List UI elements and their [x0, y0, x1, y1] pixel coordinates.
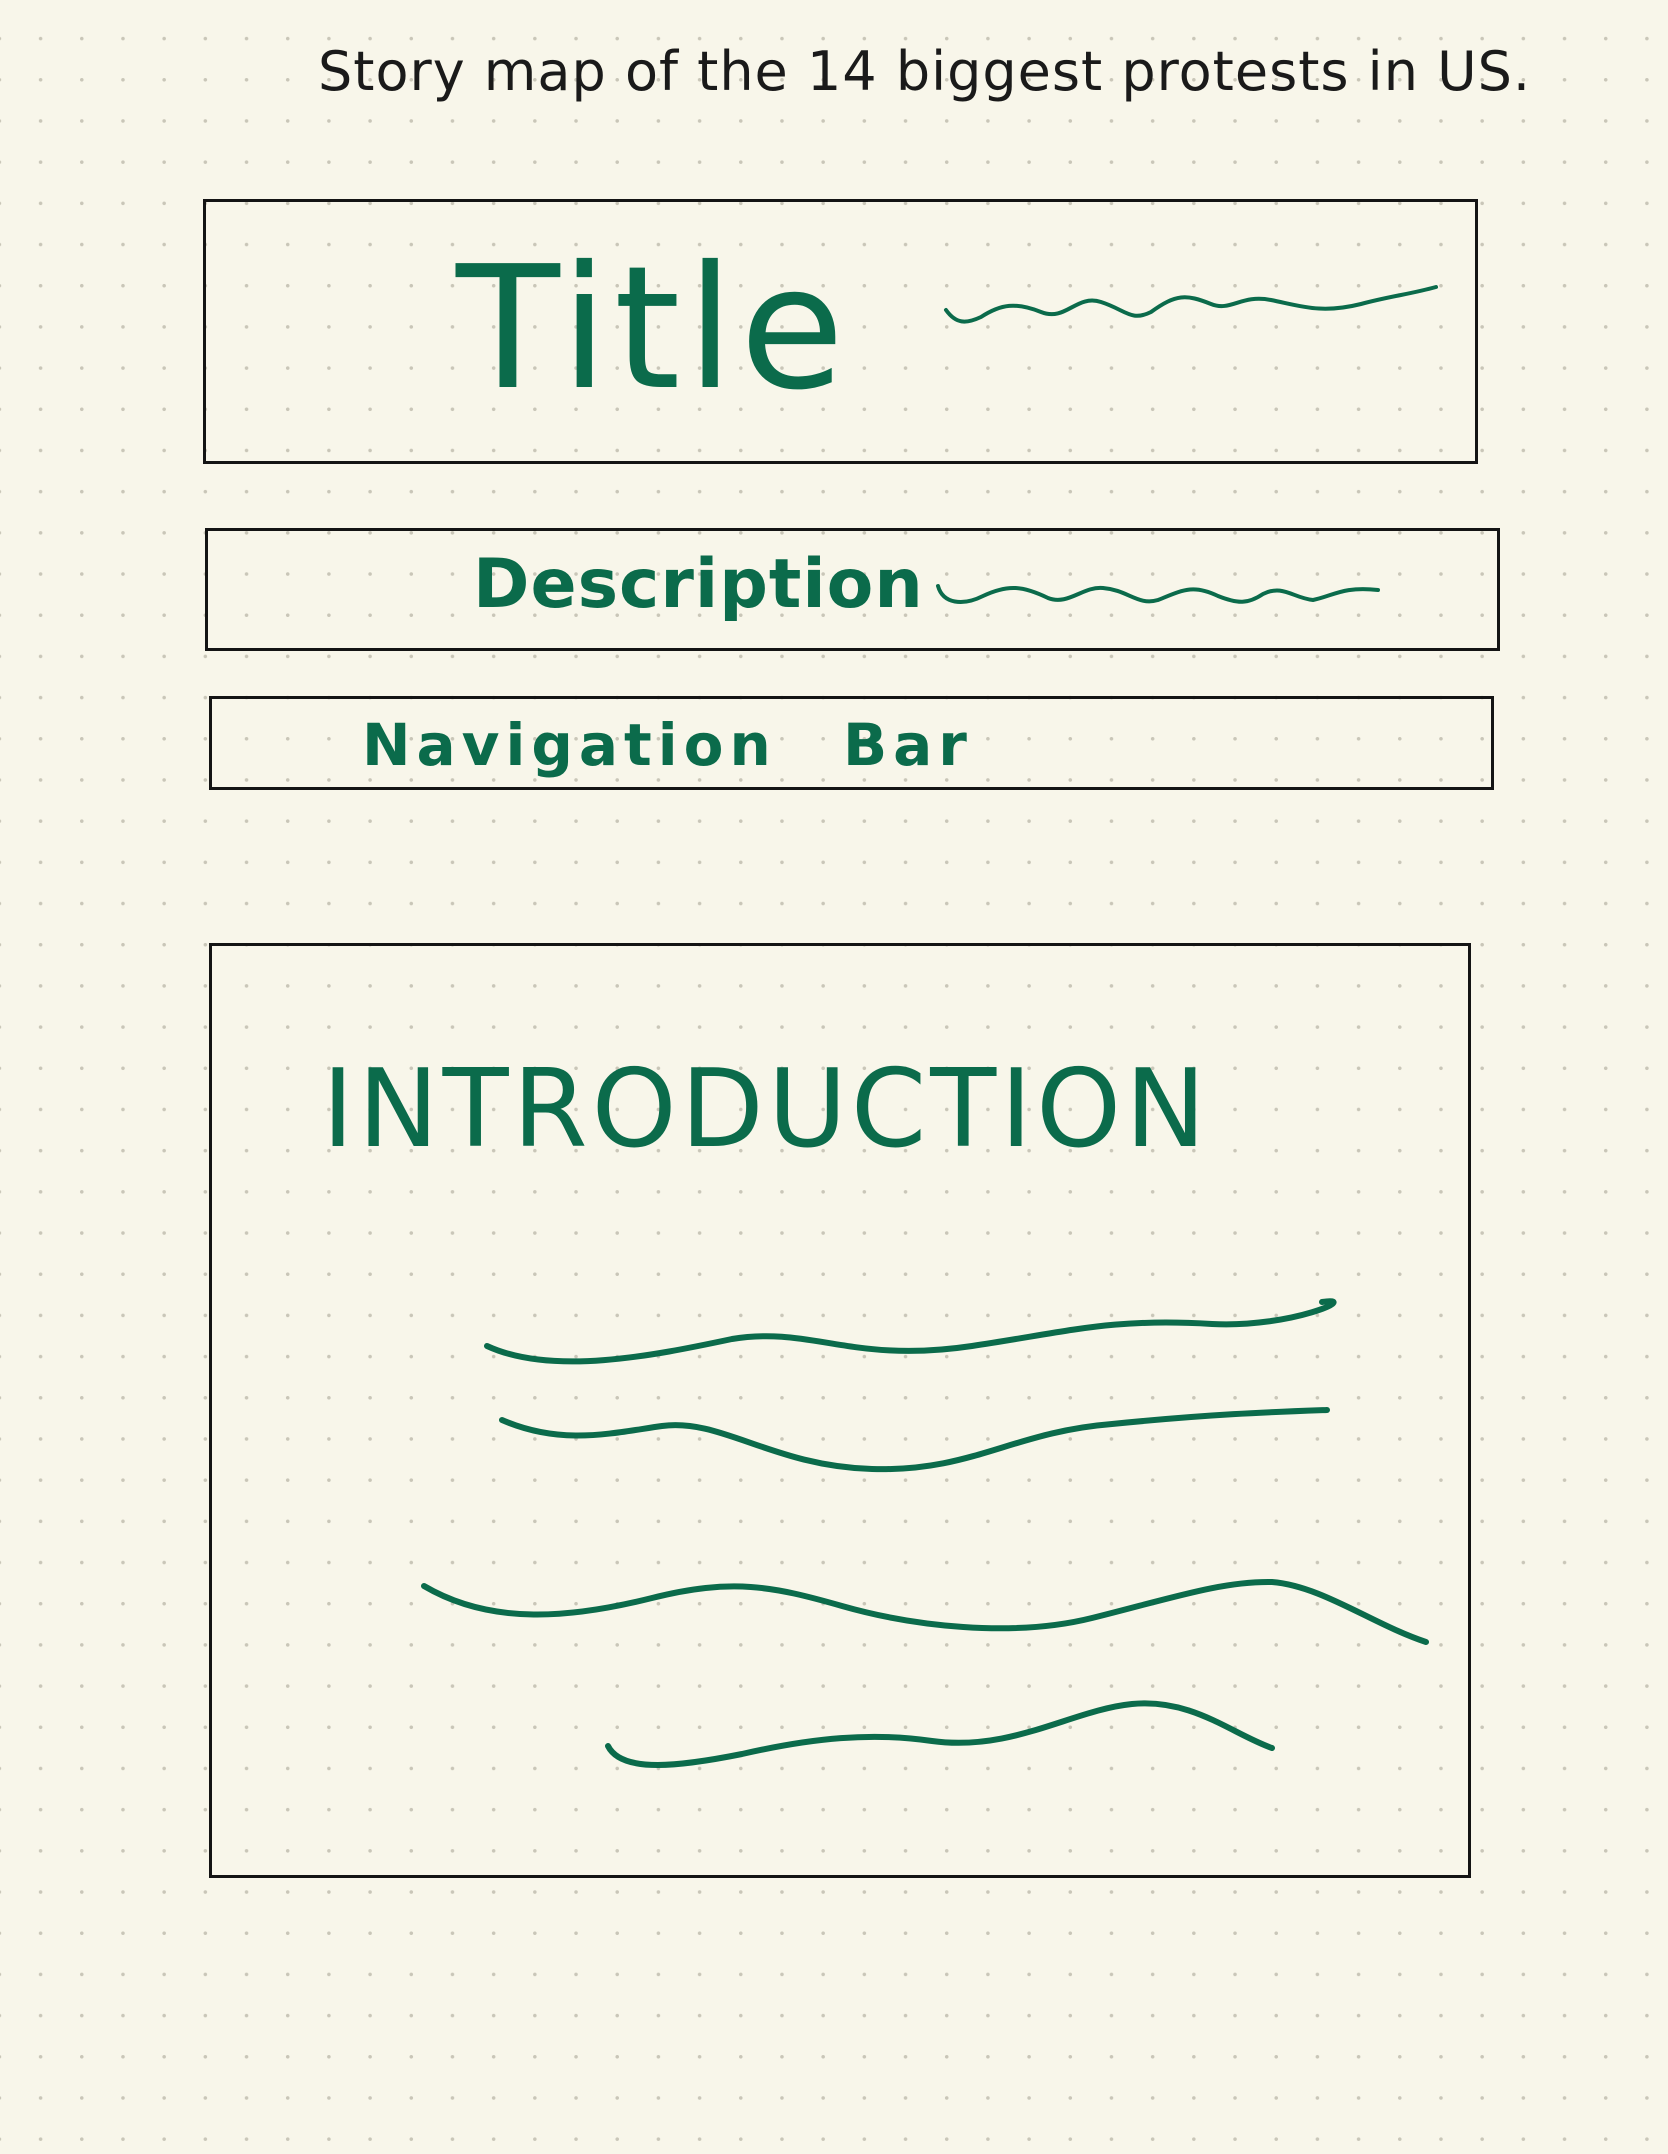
title-placeholder-squiggle	[944, 285, 1438, 324]
description-placeholder-squiggle	[936, 584, 1380, 604]
title-label: Title	[456, 230, 851, 428]
description-label: Description	[473, 545, 924, 624]
title-box: Title	[203, 199, 1478, 464]
navigation-bar-label: Navigation Bar	[362, 711, 973, 779]
placeholder-line-4	[605, 1700, 1275, 1768]
navigation-bar-box: Navigation Bar	[209, 696, 1494, 790]
introduction-box: INTRODUCTION	[209, 943, 1471, 1878]
placeholder-line-2	[499, 1407, 1330, 1473]
introduction-placeholder-lines	[421, 1298, 1429, 1768]
placeholder-line-1	[484, 1298, 1337, 1365]
sketch-caption: Story map of the 14 biggest protests in …	[318, 40, 1532, 103]
placeholder-line-3	[421, 1578, 1429, 1645]
description-box: Description	[205, 528, 1500, 651]
